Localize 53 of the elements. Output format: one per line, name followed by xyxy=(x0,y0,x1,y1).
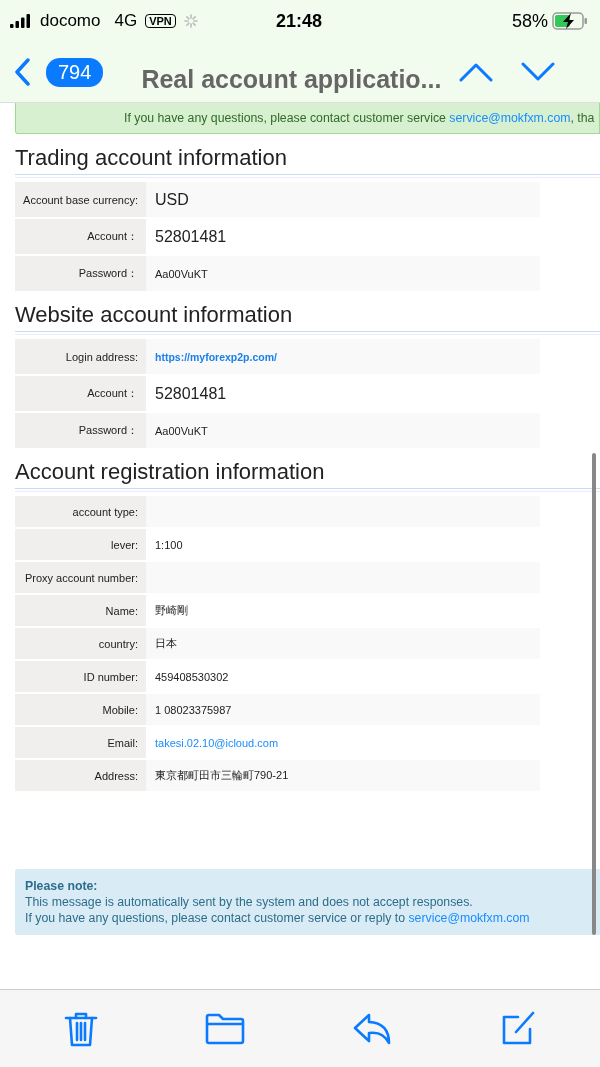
reply-icon[interactable] xyxy=(352,1012,393,1045)
field-label: country: xyxy=(15,628,146,659)
unread-count-badge[interactable]: 794 xyxy=(46,57,104,87)
field-label: Password： xyxy=(15,413,146,448)
note-title: Please note: xyxy=(25,878,99,894)
field-label: Proxy account number: xyxy=(15,562,146,593)
battery-charging-icon xyxy=(552,12,588,30)
field-label: Account base currency: xyxy=(15,182,146,217)
clock-time: 21:48 xyxy=(275,10,322,32)
notice-text: If you have any questions, please contact customer service service@mokfxm.com, tha xyxy=(124,111,595,125)
previous-message-icon[interactable] xyxy=(459,62,494,82)
field-label: Account： xyxy=(15,376,146,411)
back-chevron-icon[interactable] xyxy=(14,58,30,86)
battery-percent: 58% xyxy=(511,10,548,32)
compose-icon[interactable] xyxy=(500,1010,537,1047)
section-heading: Account registration information xyxy=(15,458,326,486)
note-text: If you have any questions, please contact customer service or reply to service@mokfxm.com xyxy=(25,910,531,926)
value-link[interactable]: takesi.02.10@icloud.com xyxy=(155,736,279,749)
section-heading: Website account information xyxy=(15,301,294,329)
field-label: Mobile: xyxy=(15,694,146,725)
next-message-icon[interactable] xyxy=(521,62,556,82)
field-value: 1:100 xyxy=(155,538,183,551)
field-value: 1 08023375987 xyxy=(155,703,232,716)
field-label: Email: xyxy=(15,727,146,758)
field-label: Name: xyxy=(15,595,146,626)
field-value: 459408530302 xyxy=(155,670,229,683)
network-type: 4G xyxy=(114,11,138,31)
field-value: 52801481 xyxy=(155,384,227,403)
field-value: USD xyxy=(155,190,189,209)
note-text: This message is automatically sent by the system and does not accept responses. xyxy=(25,894,474,910)
field-label: Password： xyxy=(15,256,146,291)
trash-icon[interactable] xyxy=(63,1010,98,1047)
field-label: Address: xyxy=(15,760,146,791)
field-value: Aa00VuKT xyxy=(155,424,208,437)
field-label: lever: xyxy=(15,529,146,560)
value-link[interactable]: https://myforexp2p.com/ xyxy=(155,350,277,363)
carrier-name: docomo xyxy=(40,11,101,31)
loading-spinner-icon xyxy=(183,14,198,28)
section-heading: Trading account information xyxy=(15,144,288,172)
email-link[interactable]: service@mokfxm.com xyxy=(408,911,530,925)
field-label: Account： xyxy=(15,219,146,254)
vpn-badge: VPN xyxy=(145,14,176,28)
field-value: Aa00VuKT xyxy=(155,267,208,280)
field-label: account type: xyxy=(15,496,146,527)
field-label: ID number: xyxy=(15,661,146,692)
folder-icon[interactable] xyxy=(205,1012,246,1045)
signal-icon xyxy=(10,14,32,28)
field-value: 東京都町田市三輪町790-21 xyxy=(155,768,289,783)
field-value: 日本 xyxy=(155,636,177,651)
message-title: Real account applicatio... xyxy=(141,64,442,94)
field-value: 野崎剛 xyxy=(155,603,188,618)
field-value: 52801481 xyxy=(155,227,227,246)
field-label: Login address: xyxy=(15,339,146,374)
